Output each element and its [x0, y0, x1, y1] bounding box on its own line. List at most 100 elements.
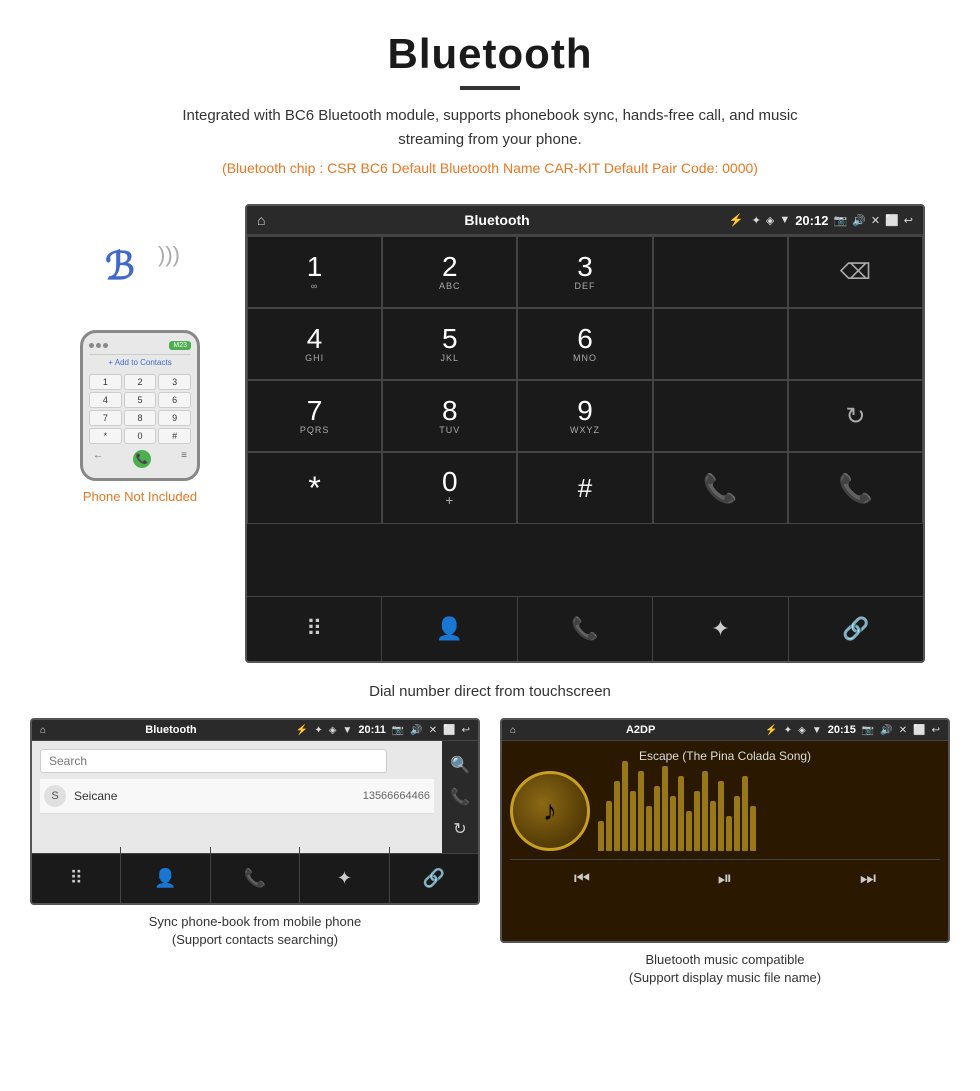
phone-key-5[interactable]: 5	[124, 392, 157, 408]
dialpad-key-2[interactable]: 2 ABC	[382, 236, 517, 308]
phonebook-contact-row[interactable]: S Seicane 13566664466	[40, 779, 434, 814]
phonebook-bottom-bar: ⠿ 👤 📞 ✦ 🔗	[32, 853, 478, 903]
sidebar-search-icon[interactable]: 🔍	[450, 755, 470, 775]
music-rect-icon[interactable]: ⬜	[913, 725, 925, 736]
viz-bar	[726, 816, 732, 851]
phonebook-close-icon[interactable]: ✕	[429, 725, 437, 736]
dialpad-key-3[interactable]: 3 DEF	[517, 236, 652, 308]
pb-bottom-phone-icon[interactable]: 📞	[211, 847, 300, 906]
viz-bar	[742, 776, 748, 851]
phonebook-rect-icon[interactable]: ⬜	[443, 725, 455, 736]
phone-mockup: M23 + Add to Contacts 1 2 3 4 5 6 7 8 9 …	[80, 330, 200, 481]
phonebook-content-area: S Seicane 13566664466	[32, 741, 442, 853]
car-dialpad-screen: ⌂ Bluetooth ⚡ ✦ ◈ ▼ 20:12 📷 🔊 ✕ ⬜ ↩ 1 ∞	[245, 204, 925, 663]
dialpad-empty-r3c4	[653, 380, 788, 452]
phone-key-2[interactable]: 2	[124, 374, 157, 390]
phonebook-home-icon[interactable]: ⌂	[40, 725, 46, 736]
music-statusbar: ⌂ A2DP ⚡ ✦ ◈ ▼ 20:15 📷 🔊 ✕ ⬜ ↩	[502, 720, 948, 741]
dialpad-key-hash[interactable]: #	[517, 452, 652, 524]
pb-bottom-contacts-icon[interactable]: 👤	[121, 847, 210, 906]
signal-status-icon: ▼	[779, 214, 790, 226]
dialpad-key-0[interactable]: 0 +	[382, 452, 517, 524]
dialpad-key-4[interactable]: 4 GHI	[247, 308, 382, 380]
phonebook-sidebar: 🔍 📞 ↻	[442, 741, 478, 853]
phone-key-6[interactable]: 6	[158, 392, 191, 408]
phonebook-camera-icon: 📷	[392, 725, 404, 736]
dialpad-key-7[interactable]: 7 PQRS	[247, 380, 382, 452]
phone-call-button[interactable]: 📞	[133, 450, 151, 468]
phone-key-1[interactable]: 1	[89, 374, 122, 390]
car-bottom-bluetooth-icon[interactable]: ✦	[653, 597, 788, 661]
dialpad-key-9[interactable]: 9 WXYZ	[517, 380, 652, 452]
phonebook-vol-icon: 🔊	[410, 725, 422, 736]
dialpad-key-5[interactable]: 5 JKL	[382, 308, 517, 380]
dialpad-key-star[interactable]: *	[247, 452, 382, 524]
phone-key-star[interactable]: *	[89, 428, 122, 444]
car-bottom-phone-icon[interactable]: 📞	[518, 597, 653, 661]
car-status-time: 20:12	[795, 213, 828, 228]
viz-bar	[654, 786, 660, 851]
dialpad-key-6[interactable]: 6 MNO	[517, 308, 652, 380]
phonebook-signal-icon: ▼	[342, 725, 352, 736]
music-playpause-button[interactable]: ⏯	[718, 868, 732, 889]
phonebook-search-input[interactable]	[40, 749, 387, 773]
viz-bar	[670, 796, 676, 851]
dialpad-delete-button[interactable]: ⌫	[788, 236, 923, 308]
pb-bottom-link-icon[interactable]: 🔗	[390, 847, 478, 906]
phonebook-car-screen: ⌂ Bluetooth ⚡ ✦ ◈ ▼ 20:11 📷 🔊 ✕ ⬜ ↩ S	[30, 718, 480, 905]
music-home-icon[interactable]: ⌂	[510, 725, 516, 736]
dialpad-call-red-button[interactable]: 📞	[788, 452, 923, 524]
phone-key-7[interactable]: 7	[89, 410, 122, 426]
phone-key-0[interactable]: 0	[124, 428, 157, 444]
sidebar-call-icon[interactable]: 📞	[450, 787, 470, 807]
phone-key-8[interactable]: 8	[124, 410, 157, 426]
phonebook-usb-icon: ⚡	[296, 725, 308, 736]
phone-badge: M23	[169, 341, 191, 350]
page-header: Bluetooth Integrated with BC6 Bluetooth …	[0, 0, 980, 204]
dialpad-grid: 1 ∞ 2 ABC 3 DEF ⌫ 4 GHI 5 JKL	[247, 235, 923, 596]
rect-status-icon[interactable]: ⬜	[885, 214, 899, 227]
contact-initial: S	[44, 785, 66, 807]
dialpad-call-green-button[interactable]: 📞	[653, 452, 788, 524]
viz-bar	[614, 781, 620, 851]
phonebook-back-icon[interactable]: ↩	[462, 725, 470, 736]
close-status-icon[interactable]: ✕	[871, 214, 880, 227]
back-status-icon[interactable]: ↩	[904, 214, 913, 227]
pb-bottom-bt-icon[interactable]: ✦	[300, 847, 389, 906]
car-bottom-dialpad-icon[interactable]: ⠿	[247, 597, 382, 661]
viz-bar	[678, 776, 684, 851]
phone-key-4[interactable]: 4	[89, 392, 122, 408]
car-bottom-contacts-icon[interactable]: 👤	[382, 597, 517, 661]
dialpad-empty-r2c4	[653, 308, 788, 380]
music-next-button[interactable]: ⏭	[860, 868, 876, 889]
sidebar-refresh-icon[interactable]: ↻	[453, 819, 466, 839]
car-bottom-link-icon[interactable]: 🔗	[789, 597, 923, 661]
phone-key-9[interactable]: 9	[158, 410, 191, 426]
music-usb-icon: ⚡	[765, 725, 777, 736]
phonebook-bt-icon: ✦	[314, 725, 322, 736]
phone-dot	[103, 343, 108, 348]
viz-bar	[734, 796, 740, 851]
music-bt-icon: ✦	[784, 725, 792, 736]
phone-dot	[89, 343, 94, 348]
page-description: Integrated with BC6 Bluetooth module, su…	[170, 104, 810, 152]
phone-aside: ℬ ))) M23 + Add to Contacts 1 2 3 4 5 6 …	[55, 204, 225, 504]
phone-back-icon[interactable]: ←	[93, 450, 103, 468]
phonebook-screen-block: ⌂ Bluetooth ⚡ ✦ ◈ ▼ 20:11 📷 🔊 ✕ ⬜ ↩ S	[30, 718, 480, 987]
music-close-icon[interactable]: ✕	[899, 725, 907, 736]
pb-bottom-dialpad-icon[interactable]: ⠿	[32, 847, 121, 906]
phone-key-hash[interactable]: #	[158, 428, 191, 444]
phone-key-3[interactable]: 3	[158, 374, 191, 390]
car-status-icons: ✦ ◈ ▼ 20:12 📷 🔊 ✕ ⬜ ↩	[752, 213, 913, 228]
viz-bar	[686, 811, 692, 851]
music-back-icon[interactable]: ↩	[932, 725, 940, 736]
dialpad-key-8[interactable]: 8 TUV	[382, 380, 517, 452]
location-status-icon: ◈	[766, 214, 774, 227]
phone-add-contact: + Add to Contacts	[89, 354, 191, 370]
music-prev-button[interactable]: ⏮	[574, 868, 590, 889]
bt-status-icon: ✦	[752, 214, 761, 227]
dialpad-key-1[interactable]: 1 ∞	[247, 236, 382, 308]
phone-menu-icon[interactable]: ≡	[181, 450, 187, 468]
dialpad-refresh-button[interactable]: ↻	[788, 380, 923, 452]
home-icon[interactable]: ⌂	[257, 212, 265, 228]
